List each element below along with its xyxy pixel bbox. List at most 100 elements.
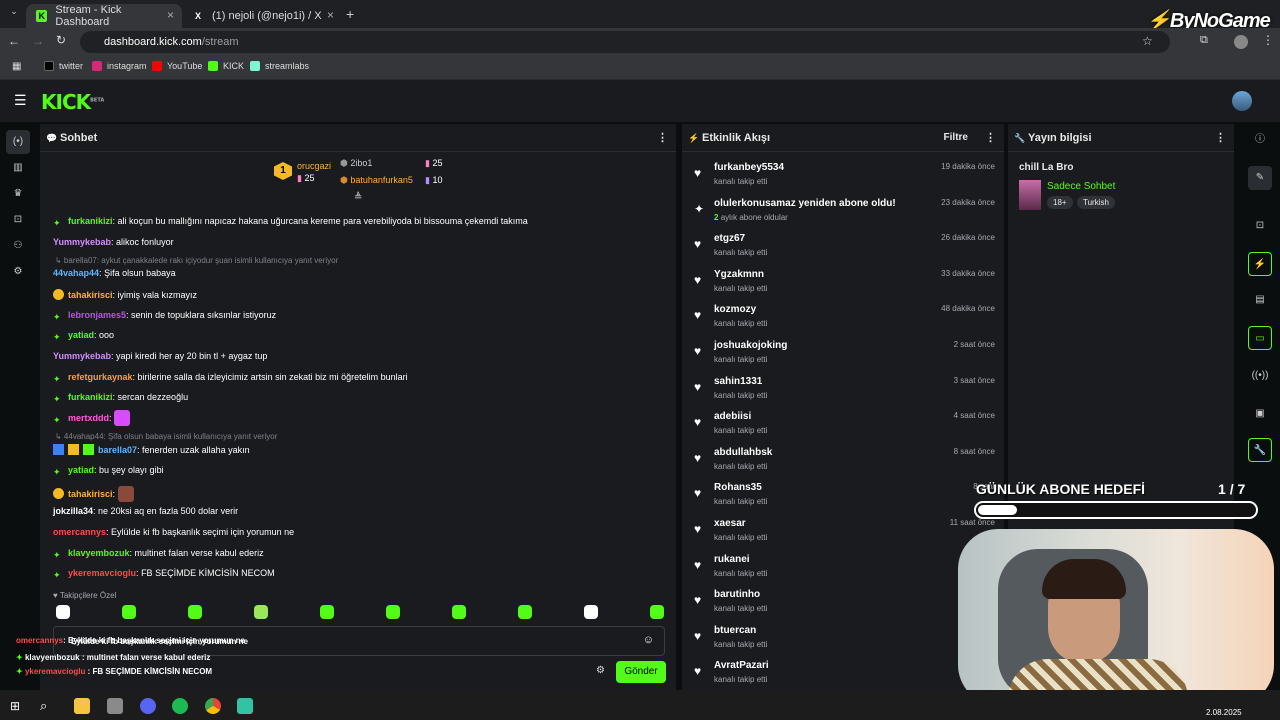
info-options-icon[interactable]: ⋮ — [1215, 124, 1226, 152]
chat-options-icon[interactable]: ⋮ — [657, 124, 668, 152]
apps-icon[interactable]: ▦ — [12, 61, 21, 72]
bookmark-instagram[interactable]: instagram — [92, 61, 147, 71]
extension-icon[interactable]: ⧉ — [1200, 34, 1208, 47]
emote[interactable] — [650, 605, 664, 619]
moderation-icon[interactable]: ⊡ — [6, 208, 30, 232]
chat-username[interactable]: mertxddd — [68, 413, 109, 423]
chat-username[interactable]: refetgurkaynak — [68, 372, 133, 382]
event-row[interactable]: ♥ abdullahbsk kanalı takip etti 8 saat önce — [690, 445, 995, 479]
bookmark-twitter[interactable]: twitter — [44, 61, 83, 71]
send-button[interactable]: Gönder — [616, 661, 666, 683]
bookmark-kick[interactable]: KICK — [208, 61, 244, 71]
discord-icon[interactable] — [140, 698, 156, 714]
tab-list-button[interactable]: ⌄ — [6, 6, 22, 22]
back-icon[interactable]: ← — [8, 34, 20, 48]
event-row[interactable]: ♥ Rohans35 kanalı takip etti 8 saat — [690, 480, 995, 514]
chat-settings-icon[interactable]: ⚙ — [596, 665, 605, 676]
event-row[interactable]: ♥barutinhokanalı takip etti15 — [690, 587, 995, 621]
forward-icon[interactable]: → — [32, 34, 44, 48]
event-row[interactable]: ♥ Ygzakmnn kanalı takip etti 33 dakika önce — [690, 267, 995, 301]
info-icon[interactable]: ⓘ — [1248, 128, 1272, 152]
broadcast-icon[interactable]: ((•)) — [1248, 364, 1272, 388]
profile-avatar[interactable] — [1234, 35, 1248, 49]
spotify-icon[interactable] — [172, 698, 188, 714]
emote[interactable] — [188, 605, 202, 619]
stream-icon[interactable]: (•) — [6, 130, 30, 154]
chat-username[interactable]: ykeremavcioglu — [68, 568, 136, 578]
event-row[interactable]: ♥btuercankanalı takip etti18 — [690, 623, 995, 657]
chat-username[interactable]: lebronjames5 — [68, 310, 126, 320]
chat-username[interactable]: yatiad — [68, 465, 94, 475]
bookmark-star-icon[interactable]: ☆ — [1142, 34, 1153, 48]
emote[interactable] — [254, 605, 268, 619]
event-row[interactable]: ♥ etgz67 kanalı takip etti 26 dakika önce — [690, 231, 995, 265]
event-row[interactable]: ♥ kozmozy kanalı takip etti 48 dakika önce — [690, 302, 995, 336]
browser-toolbar: ← → ↻ dashboard.kick.com/stream ☆ ⧉ ⋮ — [0, 28, 1280, 56]
emoji-picker-icon[interactable]: ☺ — [643, 634, 654, 646]
emote[interactable] — [56, 605, 70, 619]
kick-logo[interactable]: KICKBETA — [41, 90, 104, 114]
event-row[interactable]: ♥rukaneikanalı takip etti15 — [690, 552, 995, 586]
start-icon[interactable]: ⊞ — [10, 699, 20, 713]
close-tab-icon[interactable]: × — [327, 8, 334, 22]
address-bar[interactable]: dashboard.kick.com/stream — [80, 31, 1170, 53]
chat-username[interactable]: Yummykebab — [53, 237, 111, 247]
tab-kick-dashboard[interactable]: K Stream - Kick Dashboard × — [26, 4, 182, 28]
event-row[interactable]: ♥ sahin1331 kanalı takip etti 3 saat önce — [690, 374, 995, 408]
tools-icon[interactable]: 🔧 — [1248, 438, 1272, 462]
menu-icon[interactable]: ⋮ — [1262, 33, 1274, 47]
new-tab-button[interactable]: + — [346, 6, 354, 22]
chat-username[interactable]: klavyembozuk — [68, 548, 130, 558]
layout-icon[interactable]: ▣ — [1248, 402, 1272, 426]
chat-username[interactable]: yatiad — [68, 330, 94, 340]
app-icon[interactable] — [107, 698, 123, 714]
community-icon[interactable]: ⚇ — [6, 234, 30, 258]
chat-username[interactable]: Yummykebab — [53, 351, 111, 361]
event-row[interactable]: ♥AvratPazarikanalı takip etti19 — [690, 658, 995, 692]
bolt-icon[interactable]: ⚡ — [1248, 252, 1272, 276]
emote[interactable] — [518, 605, 532, 619]
chat-username[interactable]: omercannys — [53, 527, 106, 537]
pinned-toggle-icon[interactable]: ≜ — [354, 192, 362, 203]
event-row[interactable]: ♥ furkanbey5534 kanalı takip etti 19 dakika… — [690, 160, 995, 194]
emote[interactable] — [386, 605, 400, 619]
document-icon[interactable]: ▤ — [1248, 288, 1272, 312]
reload-icon[interactable]: ↻ — [56, 33, 66, 47]
emote[interactable] — [320, 605, 334, 619]
emote-tab-label[interactable]: ♥ Takipçilere Özel — [53, 591, 116, 600]
category-name[interactable]: Sadece Sohbet — [1047, 181, 1115, 192]
chat-icon[interactable]: ▭ — [1248, 326, 1272, 350]
chat-username[interactable]: barella07 — [98, 445, 137, 455]
edit-icon[interactable]: ✎ — [1248, 166, 1272, 190]
trophy-icon[interactable]: ♛ — [6, 182, 30, 206]
search-icon[interactable]: ⌕ — [40, 698, 47, 714]
emote[interactable] — [122, 605, 136, 619]
chat-username[interactable]: jokzilla34 — [53, 506, 93, 516]
close-tab-icon[interactable]: × — [167, 8, 174, 22]
event-row[interactable]: ✦ olulerkonusamaz yeniden abone oldu! 2 ay… — [690, 196, 995, 230]
filter-button[interactable]: Filtre — [944, 124, 968, 152]
chat-username[interactable]: furkanikizi — [68, 216, 113, 226]
bookmark-streamlabs[interactable]: streamlabs — [250, 61, 309, 71]
dashboard-icon[interactable]: ▥ — [6, 156, 30, 180]
streamlabs-icon[interactable] — [237, 698, 253, 714]
chat-username[interactable]: furkanikizi — [68, 392, 113, 402]
settings-icon[interactable]: ⚙ — [6, 260, 30, 284]
activity-options-icon[interactable]: ⋮ — [985, 124, 996, 152]
hamburger-menu-icon[interactable]: ☰ — [14, 92, 27, 109]
event-row[interactable]: ♥ joshuakojoking kanalı takip etti 2 saat ö… — [690, 338, 995, 372]
bookmark-youtube[interactable]: YouTube — [152, 61, 202, 71]
chat-username[interactable]: tahakirisci — [68, 489, 113, 499]
event-row[interactable]: ♥ xaesar kanalı takip etti 11 saat önce — [690, 516, 995, 550]
tab-x[interactable]: X (1) nejoli (@nejo1i) / X × — [182, 4, 342, 28]
chat-username[interactable]: 44vahap44 — [53, 268, 99, 278]
chat-username[interactable]: tahakirisci — [68, 290, 113, 300]
screenshot-icon[interactable]: ⊡ — [1248, 214, 1272, 238]
file-explorer-icon[interactable] — [74, 698, 90, 714]
chrome-icon[interactable] — [205, 698, 221, 714]
user-avatar[interactable] — [1232, 91, 1252, 111]
event-row[interactable]: ♥ adebiisi kanalı takip etti 4 saat önce — [690, 409, 995, 443]
event-action: kanalı takip etti — [714, 319, 767, 328]
emote[interactable] — [584, 605, 598, 619]
emote[interactable] — [452, 605, 466, 619]
